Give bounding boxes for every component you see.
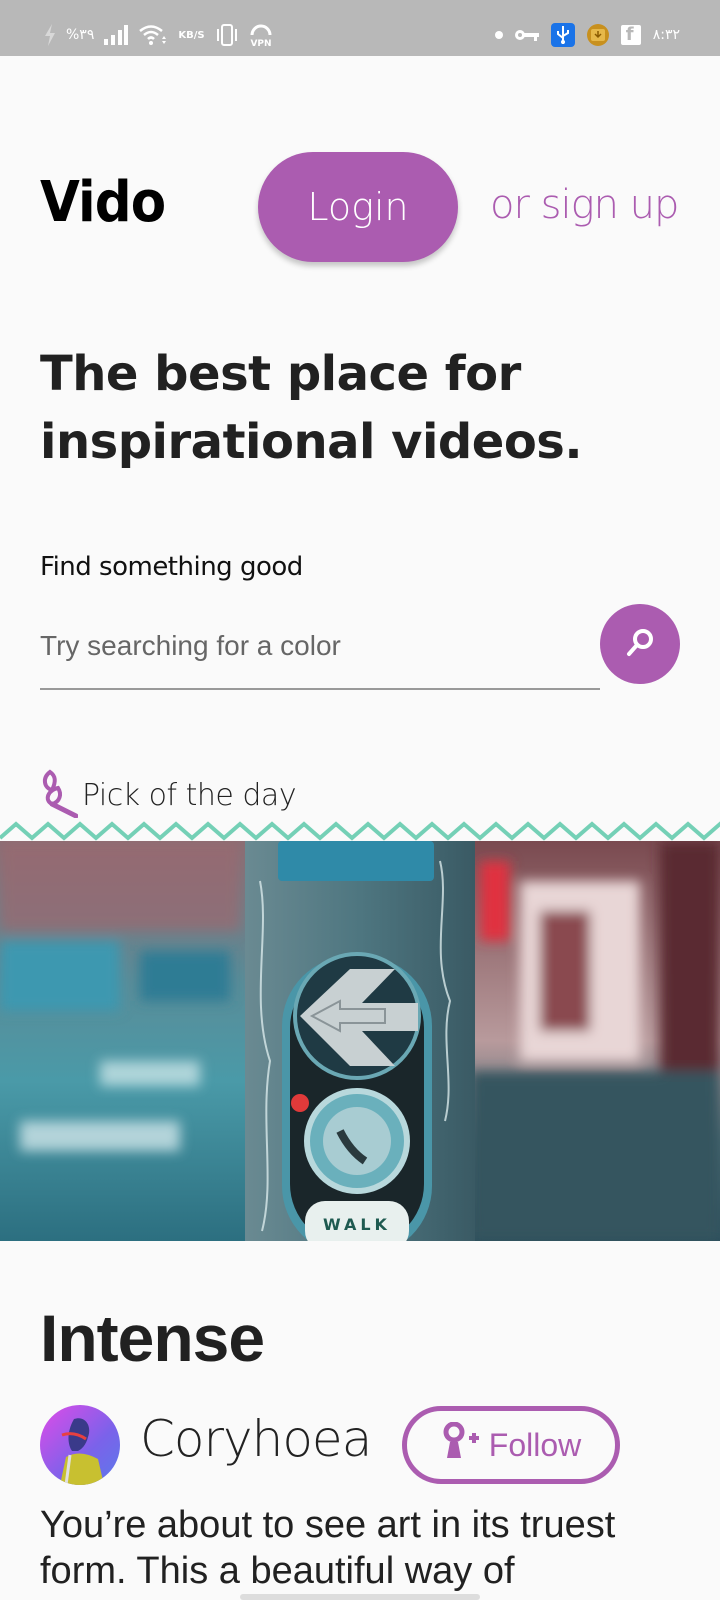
follow-label: Follow [488,1426,582,1463]
video-description: You’re about to see art in its truest fo… [40,1504,616,1592]
vibrate-icon [215,24,239,46]
wifi-icon [138,24,168,46]
pick-of-the-day-image[interactable]: WALK [0,841,720,1241]
sign-up-link[interactable]: or sign up [490,182,679,228]
signal-bars-icon [104,25,129,45]
notification-dot-icon [494,31,503,39]
avatar[interactable] [40,1405,120,1485]
svg-text:VPN: VPN [250,39,271,47]
author-name[interactable]: Coryhoea [140,1410,372,1468]
key-icon [514,28,539,42]
svg-text:WALK: WALK [323,1215,391,1234]
pick-of-the-day-text: Pick of the day [82,778,297,813]
status-bar: %۳۹ KB/S VPN f ۸:۳۲ [0,0,720,56]
status-bar-right: f ۸:۳۲ [494,22,680,48]
pick-of-the-day-label: Pick of the day [40,768,297,823]
status-bar-left: %۳۹ KB/S VPN [44,22,273,48]
vpn-icon: VPN [249,23,273,47]
login-button[interactable]: Login [258,152,458,262]
download-icon [586,24,609,46]
zigzag-divider [0,821,720,841]
network-speed: KB/S [178,29,205,41]
clock: ۸:۳۲ [652,27,680,43]
battery-percentage: %۳۹ [66,27,95,43]
page-title: The best place for inspirational videos. [40,346,583,470]
charging-bolt-icon [44,24,56,46]
app-logo: Vido [40,170,166,235]
video-title: Intense [40,1301,265,1375]
search-button[interactable] [600,604,680,684]
search-icon [623,626,657,663]
scroll-indicator [240,1594,480,1600]
follow-button[interactable]: Follow [402,1406,620,1484]
facebook-icon: f [620,25,641,45]
search-label: Find something good [40,552,303,582]
search-input[interactable] [40,610,600,690]
usb-icon [550,23,575,47]
add-user-icon [441,1421,481,1468]
leaf-sprig-icon [40,768,79,823]
